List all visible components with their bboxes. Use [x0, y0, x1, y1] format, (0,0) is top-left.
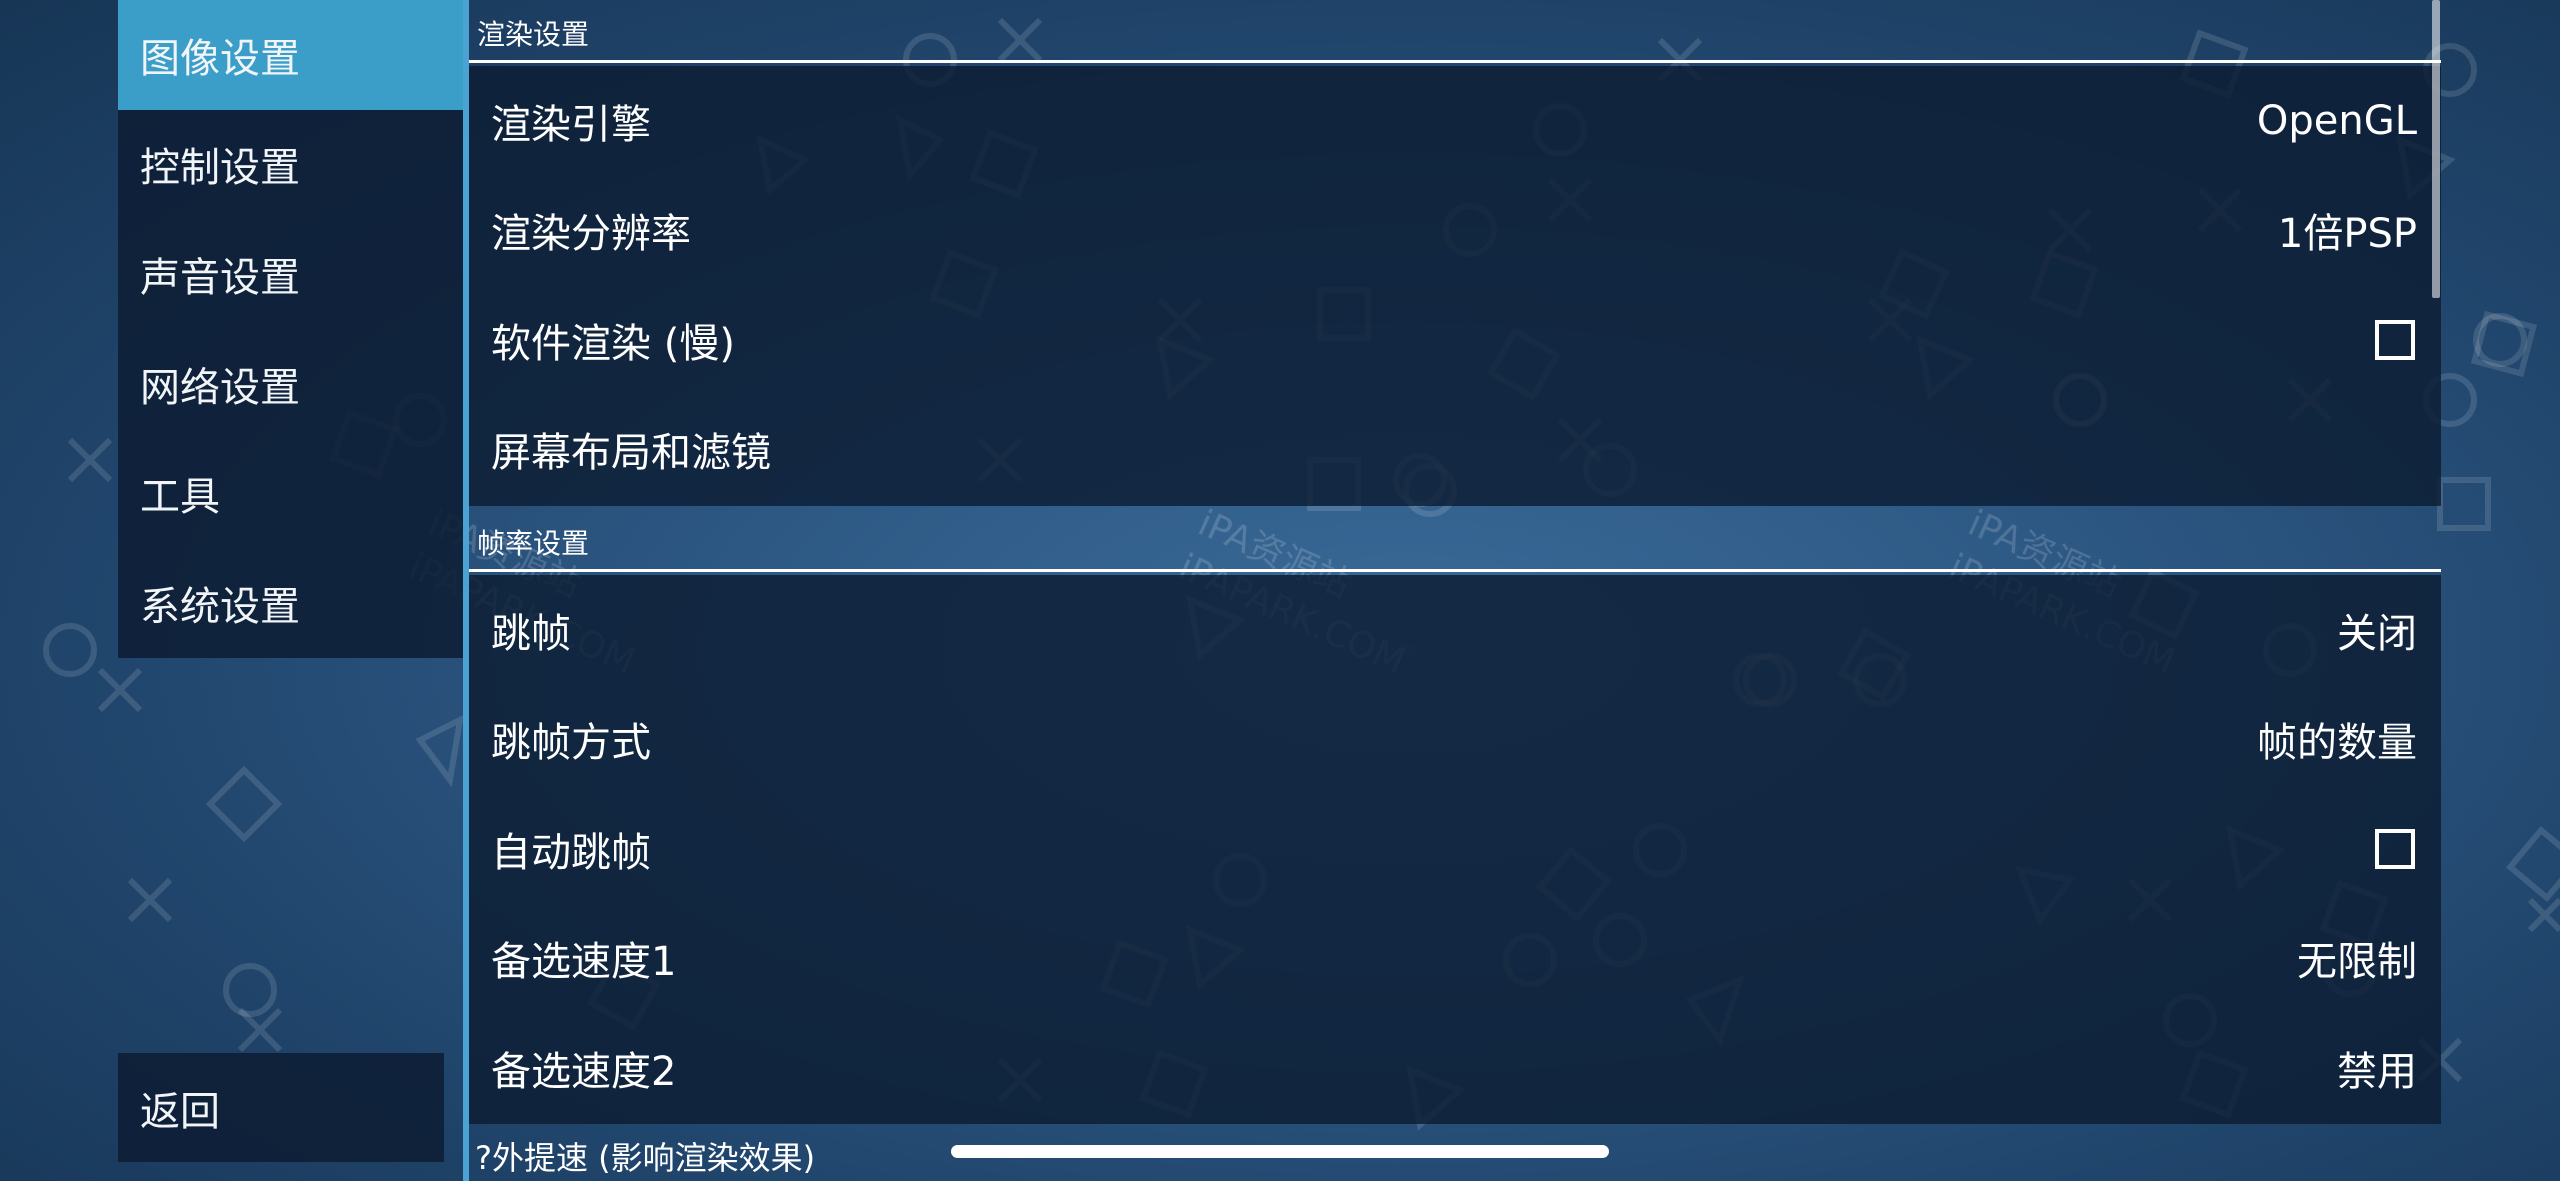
section-header-rendering: 渲染设置	[469, 3, 2441, 63]
scrollbar[interactable]	[2432, 0, 2440, 298]
setting-value: OpenGL	[2256, 97, 2417, 144]
setting-row-frameskip-type[interactable]: 跳帧方式 帧的数量	[469, 685, 2441, 795]
setting-label: 渲染分辨率	[491, 211, 691, 258]
setting-value: 禁用	[2337, 1048, 2417, 1095]
sidebar-item-graphics[interactable]: 图像设置	[118, 0, 463, 110]
section-title: 帧率设置	[477, 527, 590, 560]
home-indicator[interactable]	[951, 1145, 1609, 1158]
setting-label: 软件渲染 (慢)	[491, 320, 735, 367]
back-button-label: 返回	[140, 1088, 220, 1135]
sidebar-item-label: 网络设置	[140, 364, 300, 411]
setting-row-alt-speed-1[interactable]: 备选速度1 无限制	[469, 904, 2441, 1014]
settings-content: 渲染设置 渲染引擎 OpenGL 渲染分辨率 1倍PSP 软件渲染 (慢) 屏幕…	[469, 0, 2441, 1181]
section-rendering: 渲染引擎 OpenGL 渲染分辨率 1倍PSP 软件渲染 (慢) 屏幕布局和滤镜	[469, 66, 2441, 506]
setting-row-screen-layout[interactable]: 屏幕布局和滤镜	[469, 395, 2441, 505]
sidebar-item-audio[interactable]: 声音设置	[118, 219, 463, 329]
setting-row-alt-speed-2[interactable]: 备选速度2 禁用	[469, 1013, 2441, 1123]
sidebar: 图像设置 控制设置 声音设置 网络设置 工具 系统设置	[118, 0, 463, 658]
setting-label: 屏幕布局和滤镜	[491, 430, 771, 477]
sidebar-item-label: 图像设置	[140, 35, 300, 82]
back-button[interactable]: 返回	[118, 1053, 444, 1162]
section-header-framerate: 帧率设置	[469, 512, 2441, 572]
sidebar-item-label: 控制设置	[140, 145, 300, 192]
section-title: 渲染设置	[477, 18, 590, 51]
sidebar-item-label: 声音设置	[140, 254, 300, 301]
setting-value: 1倍PSP	[2277, 211, 2417, 258]
setting-label: 渲染引擎	[491, 101, 651, 148]
setting-label: 备选速度2	[491, 1048, 677, 1095]
sidebar-item-label: 系统设置	[140, 583, 300, 630]
setting-row-software-rendering[interactable]: 软件渲染 (慢)	[469, 285, 2441, 395]
section-header-partial: ?外提速 (影响渲染效果)	[475, 1139, 816, 1177]
setting-label: 备选速度1	[491, 939, 677, 986]
checkbox-unchecked-icon[interactable]	[2375, 319, 2415, 360]
setting-label: 跳帧方式	[491, 720, 651, 767]
sidebar-item-controls[interactable]: 控制设置	[118, 110, 463, 220]
sidebar-item-label: 工具	[140, 474, 220, 521]
setting-row-frameskip[interactable]: 跳帧 关闭	[469, 575, 2441, 685]
checkbox-unchecked-icon[interactable]	[2375, 828, 2415, 869]
setting-row-resolution[interactable]: 渲染分辨率 1倍PSP	[469, 176, 2441, 286]
sidebar-item-system[interactable]: 系统设置	[118, 548, 463, 658]
setting-row-backend[interactable]: 渲染引擎 OpenGL	[469, 66, 2441, 176]
sidebar-item-tools[interactable]: 工具	[118, 438, 463, 548]
setting-label: 自动跳帧	[491, 829, 651, 876]
setting-row-auto-frameskip[interactable]: 自动跳帧	[469, 794, 2441, 904]
setting-label: 跳帧	[491, 610, 571, 657]
section-divider	[469, 60, 2441, 63]
sidebar-item-network[interactable]: 网络设置	[118, 329, 463, 439]
section-divider	[469, 569, 2441, 572]
setting-value: 无限制	[2297, 939, 2417, 986]
section-framerate: 跳帧 关闭 跳帧方式 帧的数量 自动跳帧 备选速度1 无限制 备选速度2 禁用	[469, 575, 2441, 1124]
setting-value: 关闭	[2337, 610, 2417, 657]
setting-value: 帧的数量	[2257, 720, 2417, 767]
